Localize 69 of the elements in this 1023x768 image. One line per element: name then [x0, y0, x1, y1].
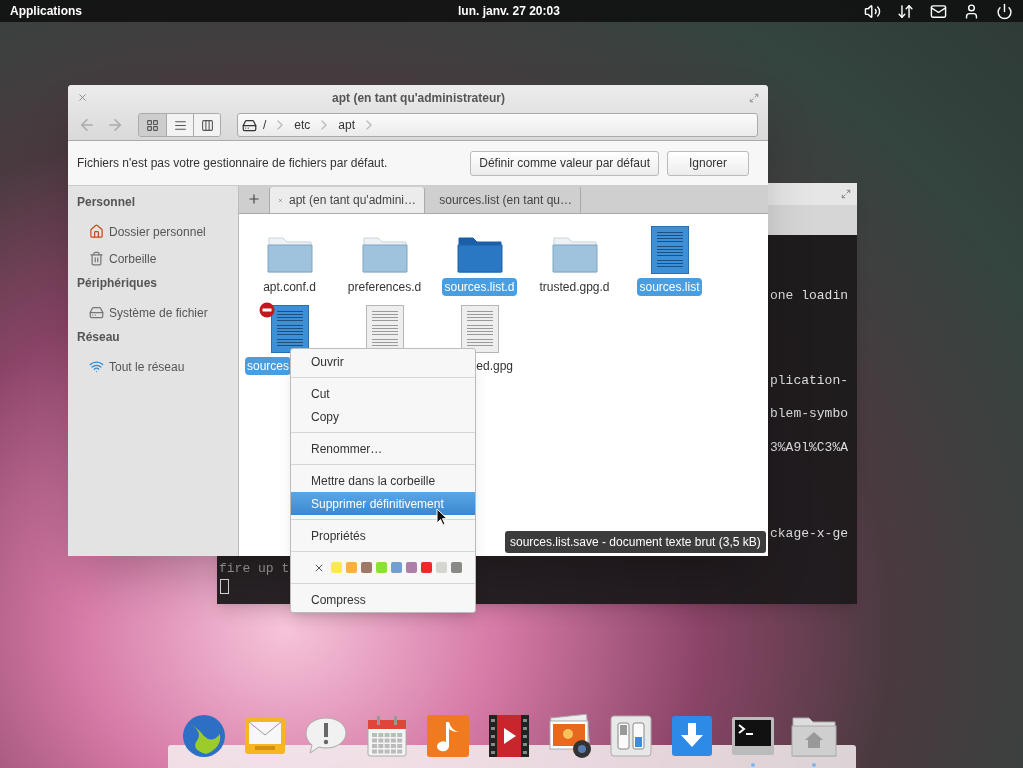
file-name[interactable]: ed.gpg [474, 357, 515, 375]
mail-icon[interactable] [930, 2, 947, 20]
sidebar-item[interactable]: Tout le réseau [68, 353, 238, 380]
info-message: Fichiers n'est pas votre gestionnaire de fichiers par défaut. [77, 155, 388, 172]
menu-item[interactable]: Cut [291, 382, 475, 405]
power-icon[interactable] [996, 2, 1013, 20]
wifi-icon [89, 359, 104, 374]
menu-item[interactable]: Mettre dans la corbeille [291, 469, 475, 492]
columns-icon [200, 118, 214, 132]
breadcrumb-segment[interactable]: etc [294, 116, 311, 134]
maximize-icon[interactable] [841, 189, 851, 199]
infobar-button[interactable]: Ignorer [667, 150, 749, 176]
tab[interactable]: apt (en tant qu'admini… [269, 187, 425, 213]
terminal-line: ckage-x-ge [770, 525, 849, 542]
menu-item[interactable]: Renommer… [291, 437, 475, 460]
sidebar-item[interactable]: Système de fichier [68, 299, 238, 326]
terminal-line: plication- [770, 372, 849, 389]
color-tag-swatch[interactable] [451, 562, 462, 573]
color-tag-swatch[interactable] [406, 562, 417, 573]
sidebar-heading: Personnel [76, 194, 137, 211]
remove-emblem-icon [258, 302, 275, 318]
color-tag-swatch[interactable] [421, 562, 432, 573]
trash-icon [89, 251, 104, 266]
view-mode-button[interactable] [193, 114, 220, 136]
drive-icon [89, 305, 104, 320]
breadcrumb-segment[interactable]: apt [338, 116, 356, 134]
file-name[interactable]: apt.conf.d [261, 278, 318, 296]
grid-icon [146, 118, 159, 132]
list-icon [173, 118, 187, 132]
path-bar[interactable]: / etc apt [237, 113, 758, 137]
color-tag-swatch[interactable] [361, 562, 372, 573]
infobar-button[interactable]: Définir comme valeur par défaut [470, 150, 659, 176]
menu-item[interactable]: Copy [291, 405, 475, 428]
color-tag-swatch[interactable] [436, 562, 447, 573]
network-icon[interactable] [897, 2, 914, 20]
tab-label: sources.list (en tant qu… [439, 192, 572, 209]
tab-label: apt (en tant qu'admini… [288, 192, 416, 209]
user-icon[interactable] [963, 2, 980, 20]
menu-item[interactable]: Compress [291, 588, 475, 611]
volume-icon[interactable] [864, 2, 881, 20]
menu-item[interactable]: Propriétés [291, 524, 475, 547]
color-tag-swatch[interactable] [346, 562, 357, 573]
menu-item[interactable]: Ouvrir [291, 350, 475, 373]
tooltip: sources.list.save - document texte brut (3,5 kB) [505, 531, 766, 553]
plus-icon [247, 192, 261, 206]
sidebar-item[interactable]: Corbeille [68, 245, 238, 272]
terminal-line: one loadin [770, 287, 849, 304]
home-icon [89, 224, 104, 239]
color-tag-swatch[interactable] [391, 562, 402, 573]
sidebar-item[interactable]: Dossier personnel [68, 218, 238, 245]
terminal-line: 3%A9l%C3%A [770, 439, 849, 456]
color-tag-swatch[interactable] [331, 562, 342, 573]
color-tag-swatch[interactable] [376, 562, 387, 573]
view-mode-button[interactable] [166, 114, 193, 136]
window-title: apt (en tant qu'administrateur) [331, 89, 506, 107]
terminal-line: fire up t [219, 560, 290, 577]
view-mode-button[interactable] [139, 114, 166, 136]
terminal-cursor [220, 579, 229, 594]
sidebar-heading: Périphériques [76, 275, 159, 292]
file-name[interactable]: preferences.d [345, 278, 424, 296]
applications-menu[interactable]: Applications [10, 2, 82, 20]
sidebar-heading: Réseau [76, 329, 121, 346]
mouse-pointer-icon [436, 508, 448, 526]
drive-icon [242, 117, 257, 133]
close-icon[interactable] [77, 92, 88, 103]
clock[interactable]: lun. janv. 27 20:03 [458, 2, 560, 20]
file-name[interactable]: trusted.gpg.d [537, 278, 612, 296]
terminal-line: blem-symbo [770, 405, 849, 422]
maximize-icon[interactable] [749, 92, 759, 103]
